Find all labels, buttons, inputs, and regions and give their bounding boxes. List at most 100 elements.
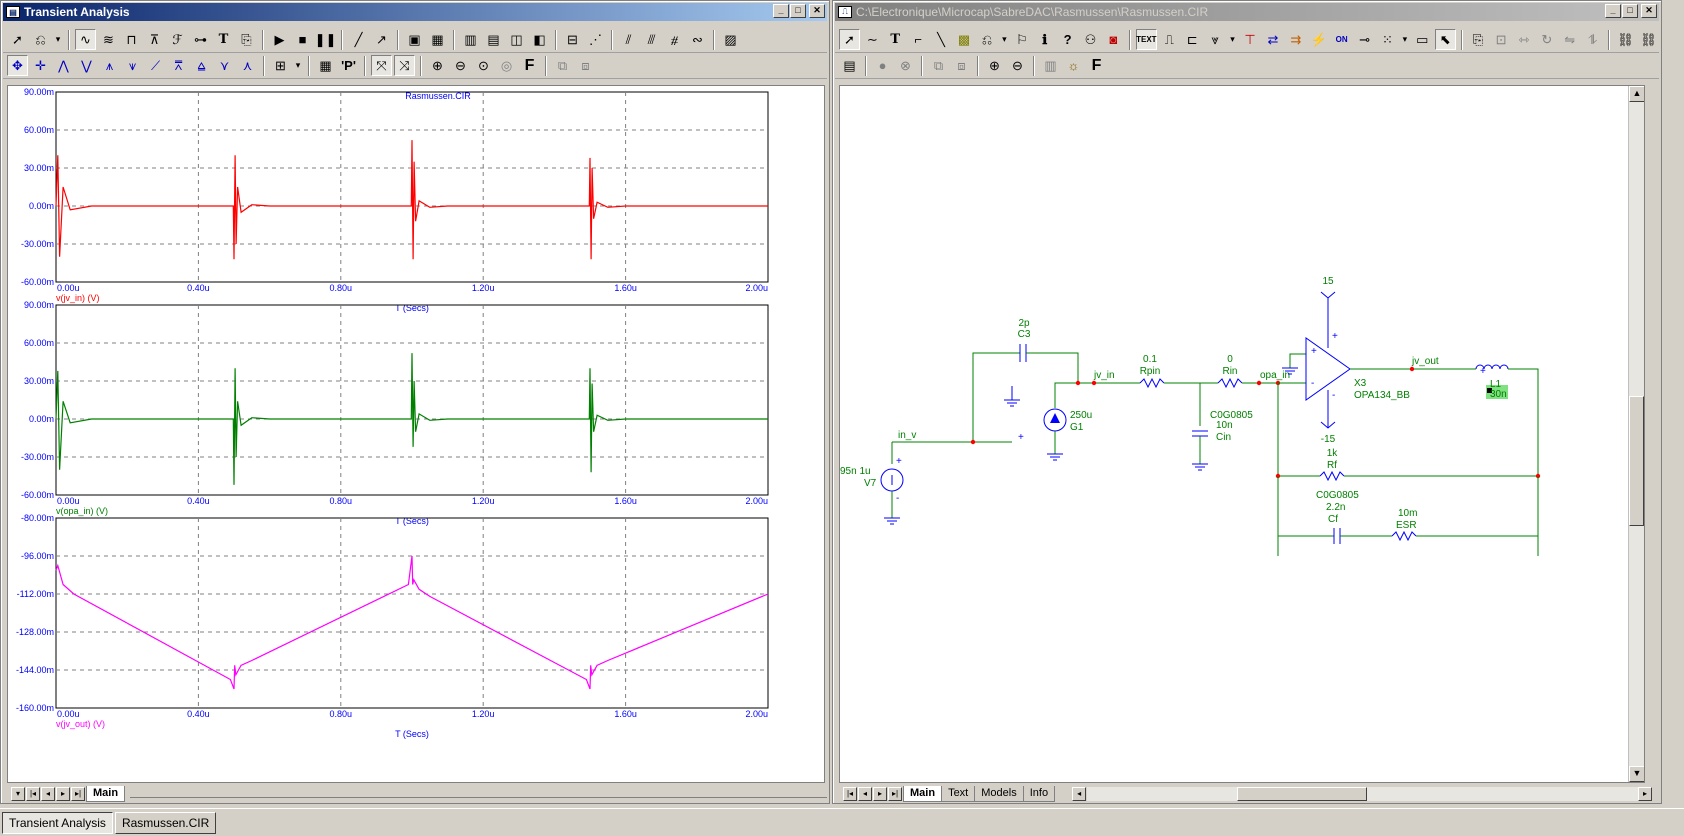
current-icon[interactable]: ⇉ — [1285, 29, 1306, 50]
global-high-icon[interactable]: ⩞ — [168, 55, 189, 76]
tokens-icon[interactable]: ∾ — [687, 29, 708, 50]
close-button[interactable]: ✕ — [809, 4, 825, 18]
bus-icon[interactable]: ▩ — [954, 29, 975, 50]
zoom-fit-icon[interactable]: ⊙ — [473, 55, 494, 76]
box-select-icon[interactable]: ⊡ — [1491, 29, 1512, 50]
bottom-icon[interactable]: ⋏ — [237, 55, 258, 76]
cursor-b-icon[interactable]: ⧣ — [664, 29, 685, 50]
layout2-icon[interactable]: ◧ — [529, 29, 550, 50]
wave-ops-icon[interactable]: ≋ — [98, 29, 119, 50]
table-icon[interactable]: ▦ — [315, 55, 336, 76]
task-transient-analysis[interactable]: Transient Analysis — [2, 811, 113, 834]
text-tool-icon[interactable]: T — [213, 29, 234, 50]
font-icon[interactable]: F — [519, 55, 540, 76]
schem-maximize-button[interactable]: □ — [1622, 4, 1638, 18]
calc-icon[interactable]: ▥ — [1040, 55, 1061, 76]
prev-tab-icon[interactable]: ◂ — [41, 787, 55, 801]
scroll-down-icon[interactable]: ▼ — [1629, 766, 1644, 782]
schem-vscroll[interactable]: ▲ ▼ — [1628, 86, 1644, 782]
pause-icon[interactable]: ❚❚ — [315, 29, 337, 50]
scale-x-icon[interactable]: ⤧ — [371, 55, 392, 76]
grid-text-icon[interactable]: ⊤ — [1240, 29, 1261, 50]
dropdown5-icon[interactable]: ▾ — [1400, 29, 1410, 50]
tab-models[interactable]: Models — [974, 786, 1024, 802]
diagonal-wire-icon[interactable]: ╲ — [931, 29, 952, 50]
scroll-up-icon[interactable]: ▲ — [1629, 86, 1644, 102]
global-low-icon[interactable]: ⩠ — [191, 55, 212, 76]
on-state-icon[interactable]: ON — [1331, 29, 1352, 50]
grid-dots-icon[interactable]: ⁙ — [1377, 29, 1398, 50]
wire-icon[interactable]: ∼ — [862, 29, 883, 50]
scale-y-icon[interactable]: ⤨ — [394, 55, 415, 76]
hscroll-left-icon[interactable]: ◂ — [1072, 787, 1087, 801]
transient-title-bar[interactable]: ▤ Transient Analysis _ □ ✕ — [3, 3, 827, 21]
schem-minimize-button[interactable]: _ — [1605, 4, 1621, 18]
arrow-tool-icon[interactable]: ↗ — [371, 29, 392, 50]
tab-main-plot[interactable]: Main — [86, 786, 126, 802]
bus-icon[interactable]: ⊓ — [121, 29, 142, 50]
page-icon[interactable]: ▭ — [1412, 29, 1433, 50]
dropdown-arrow-icon[interactable]: ▾ — [53, 29, 63, 50]
paste-icon[interactable]: ⧈ — [575, 55, 596, 76]
cursor-icon[interactable]: ⬉ — [1434, 29, 1456, 50]
schem-hscroll-track[interactable] — [1087, 787, 1638, 801]
data-points-icon[interactable]: ⋰ — [585, 29, 606, 50]
cursor-a-icon[interactable]: ⫻ — [641, 29, 662, 50]
probe-icon[interactable]: ⚇ — [1080, 29, 1101, 50]
node-numbers-icon[interactable]: ⩔ — [1205, 29, 1226, 50]
point-icon[interactable]: ◙ — [1103, 29, 1124, 50]
maximize-button[interactable]: □ — [790, 4, 806, 18]
node-voltage-icon[interactable]: ⇄ — [1262, 29, 1283, 50]
stop-icon[interactable]: ■ — [292, 29, 313, 50]
ortho-wire-icon[interactable]: ⌐ — [908, 29, 929, 50]
hscroll-right-icon[interactable]: ▸ — [1638, 787, 1652, 801]
find-next-icon[interactable]: ⛓ — [1638, 29, 1659, 50]
attr-icon[interactable]: ⎍ — [1159, 29, 1180, 50]
dropdown4-icon[interactable]: ▾ — [1228, 29, 1238, 50]
schem-zoom-out-icon[interactable]: ⊖ — [1007, 55, 1028, 76]
last-tab-icon[interactable]: ▸| — [71, 787, 85, 801]
select-tool-icon[interactable]: ➚ — [7, 29, 28, 50]
inflection-icon[interactable]: ⟋ — [145, 55, 166, 76]
scroll-thumb[interactable] — [1629, 396, 1644, 526]
tab-main-schem[interactable]: Main — [903, 786, 943, 802]
mirror-icon[interactable]: ⇿ — [1513, 29, 1534, 50]
task-rasmussen-cir[interactable]: Rasmussen.CIR — [114, 811, 217, 834]
tab-text[interactable]: Text — [941, 786, 976, 802]
peak-find-icon[interactable]: ⋀ — [53, 55, 74, 76]
waveform-mode-icon[interactable]: ∿ — [75, 29, 96, 50]
schem-font-icon[interactable]: F — [1086, 55, 1107, 76]
flip-y-icon[interactable]: ⥮ — [1582, 29, 1603, 50]
high-icon[interactable]: ⩚ — [99, 55, 120, 76]
find-icon[interactable]: ⛓ — [1615, 29, 1636, 50]
same-axis-icon[interactable]: ⊟ — [562, 29, 583, 50]
schematic-drawing[interactable]: 2pC3 in_v + - 95n 1uV7 +250uG1 jv_in 0.1Rpin 0Ri… — [840, 86, 1628, 782]
trace-icon[interactable]: ⫽ — [618, 29, 639, 50]
tab-scroll-down-icon[interactable]: ▾ — [11, 787, 25, 801]
peak-icon[interactable]: ⊼ — [144, 29, 165, 50]
pan-icon[interactable]: ◎ — [496, 55, 517, 76]
plot-select-icon[interactable]: ⊞ — [270, 55, 291, 76]
schematic-title-bar[interactable]: ⎍ C:\Electronique\Microcap\SabreDAC\Rasm… — [835, 3, 1659, 21]
clear-icon[interactable]: ⊗ — [895, 55, 916, 76]
schem-paste-icon[interactable]: ⧈ — [951, 55, 972, 76]
history-icon[interactable]: ▤ — [839, 55, 860, 76]
zoom-out-icon[interactable]: ⊖ — [450, 55, 471, 76]
hscroll-thumb[interactable] — [1237, 787, 1368, 801]
schem-prev-tab-icon[interactable]: ◂ — [858, 787, 872, 801]
pin-connect-icon[interactable]: ⊸ — [1354, 29, 1375, 50]
show-text-icon[interactable]: TEXT — [1135, 29, 1157, 50]
component-mode-icon[interactable]: ⎌ — [30, 29, 51, 50]
dropdown3-icon[interactable]: ▾ — [999, 29, 1009, 50]
first-tab-icon[interactable]: |◂ — [26, 787, 40, 801]
schem-next-tab-icon[interactable]: ▸ — [873, 787, 887, 801]
schematic-canvas[interactable]: 2p C3 in_v + - 95n 1u V7 +250u G1 jv_in 0.1 Rpin 0 Ri… — [839, 85, 1645, 783]
schem-properties-icon[interactable]: ⎘ — [1468, 29, 1489, 50]
valley-find-icon[interactable]: ⋁ — [76, 55, 97, 76]
schem-last-tab-icon[interactable]: ▸| — [888, 787, 902, 801]
schem-copy-icon[interactable]: ⧉ — [928, 55, 949, 76]
top-icon[interactable]: ⋎ — [214, 55, 235, 76]
schem-text-icon[interactable]: T — [885, 29, 906, 50]
run-icon[interactable]: ▶ — [269, 29, 290, 50]
flag-icon[interactable]: ⚐ — [1011, 29, 1032, 50]
